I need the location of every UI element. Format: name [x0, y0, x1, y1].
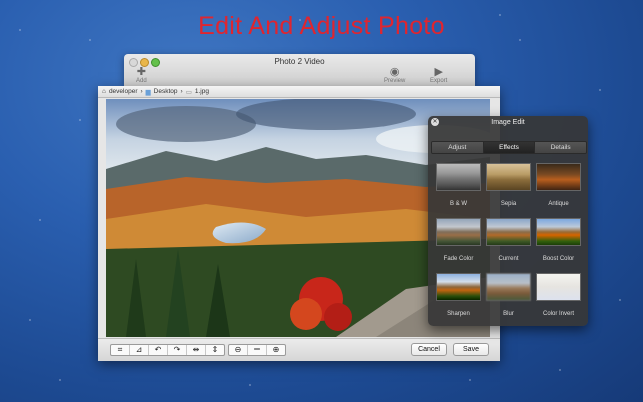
effect-label: Fade Color — [443, 256, 474, 262]
effect-thumbnail — [536, 163, 581, 191]
effects-grid: B & W Sepia Antique Fade Color Current B… — [436, 163, 582, 317]
effect-thumbnail — [486, 273, 531, 301]
rotate-left-icon[interactable]: ↶ — [149, 345, 168, 355]
path-file[interactable]: 1.jpg — [195, 88, 209, 95]
effect-thumbnail — [486, 218, 531, 246]
add-label: Add — [136, 78, 147, 84]
back-window: Photo 2 Video ✚ Add ◉ Preview ▶ Export — [124, 54, 475, 86]
rotate-right-icon[interactable]: ↷ — [168, 345, 187, 355]
add-button[interactable]: ✚ Add — [136, 66, 147, 84]
export-button[interactable]: ▶ Export — [430, 66, 447, 84]
editor-bottom-toolbar: ⌗ ⊿ ↶ ↷ ⇹ ⇕ ⊖ ＝ ⊕ Cancel Save — [98, 338, 500, 361]
zoom-in-icon[interactable]: ⊕ — [267, 345, 285, 355]
effect-thumbnail — [436, 163, 481, 191]
effect-thumbnail — [486, 163, 531, 191]
file-icon: ▭ — [185, 88, 192, 96]
crop-icon[interactable]: ⌗ — [111, 345, 130, 355]
image-edit-panel: ✕ Image Edit Adjust Effects Details B & … — [428, 116, 588, 326]
effect-label: Current — [498, 256, 519, 262]
effect-label: Blur — [503, 311, 514, 317]
eye-icon: ◉ — [389, 66, 400, 78]
effect-boost-color[interactable]: Boost Color — [536, 218, 581, 262]
export-icon: ▶ — [434, 66, 443, 78]
effect-thumbnail — [436, 273, 481, 301]
straighten-icon[interactable]: ⊿ — [130, 345, 149, 355]
effect-antique[interactable]: Antique — [536, 163, 581, 207]
transform-tools: ⌗ ⊿ ↶ ↷ ⇹ ⇕ — [110, 344, 225, 356]
flip-horizontal-icon[interactable]: ⇹ — [187, 345, 206, 355]
effect-sharpen[interactable]: Sharpen — [436, 273, 481, 317]
effect-label: Antique — [548, 201, 569, 207]
path-desktop[interactable]: Desktop — [154, 88, 178, 95]
effect-color-invert[interactable]: Color Invert — [536, 273, 581, 317]
effect-label: Color Invert — [542, 311, 574, 317]
flip-vertical-icon[interactable]: ⇕ — [206, 345, 224, 355]
cancel-button[interactable]: Cancel — [411, 343, 447, 356]
effect-label: Sepia — [500, 201, 517, 207]
export-label: Export — [430, 78, 448, 84]
fit-icon[interactable]: ＝ — [248, 345, 267, 355]
panel-title: Image Edit — [491, 119, 525, 126]
effect-current[interactable]: Current — [486, 218, 531, 262]
tab-effects[interactable]: Effects — [483, 142, 536, 153]
preview-label: Preview — [384, 78, 406, 84]
save-button[interactable]: Save — [453, 343, 489, 356]
preview-button[interactable]: ◉ Preview — [384, 66, 405, 84]
effect-label: B & W — [449, 201, 467, 207]
tab-details[interactable]: Details — [535, 142, 586, 153]
effect-thumbnail — [436, 218, 481, 246]
folder-icon: ▆ — [145, 88, 151, 96]
effect-thumbnail — [536, 218, 581, 246]
tab-adjust[interactable]: Adjust — [432, 142, 484, 153]
effect-label: Sharpen — [447, 311, 470, 317]
effect-blur[interactable]: Blur — [486, 273, 531, 317]
zoom-out-icon[interactable]: ⊖ — [229, 345, 248, 355]
effect-bw[interactable]: B & W — [436, 163, 481, 207]
headline: Edit And Adjust Photo — [198, 12, 445, 40]
effect-label: Boost Color — [542, 256, 575, 262]
chevron-icon: › — [180, 88, 183, 95]
window-title: Photo 2 Video — [274, 57, 325, 66]
home-icon: ⌂ — [102, 88, 106, 95]
panel-tabs: Adjust Effects Details — [431, 141, 587, 154]
effect-fade-color[interactable]: Fade Color — [436, 218, 481, 262]
breadcrumb: ⌂ developer › ▆ Desktop › ▭ 1.jpg — [98, 86, 500, 98]
effect-sepia[interactable]: Sepia — [486, 163, 531, 207]
plus-icon: ✚ — [136, 66, 146, 78]
zoom-tools: ⊖ ＝ ⊕ — [228, 344, 286, 356]
chevron-icon: › — [140, 88, 143, 95]
effect-thumbnail — [536, 273, 581, 301]
path-developer[interactable]: developer — [109, 88, 138, 95]
